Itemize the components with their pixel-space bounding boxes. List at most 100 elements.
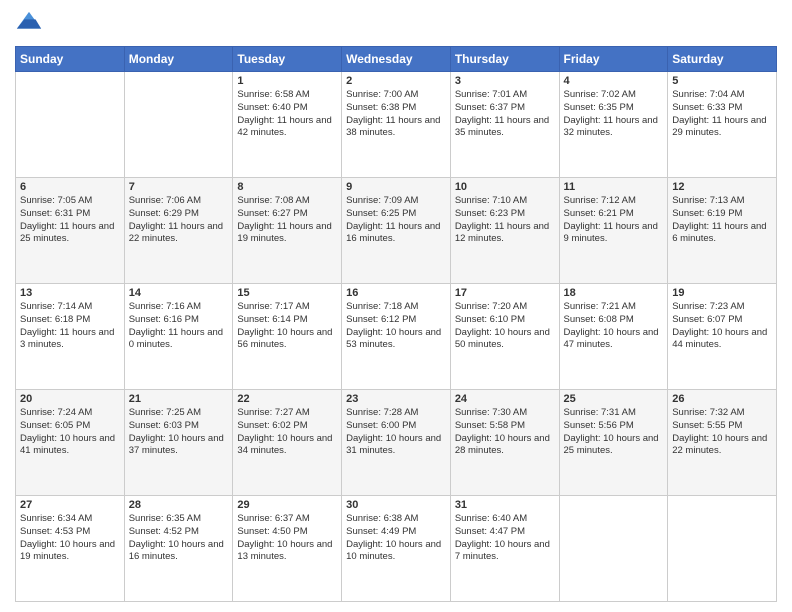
calendar-cell: 10 Sunrise: 7:10 AMSunset: 6:23 PMDaylig… <box>450 178 559 284</box>
calendar-cell: 12 Sunrise: 7:13 AMSunset: 6:19 PMDaylig… <box>668 178 777 284</box>
calendar-cell: 7 Sunrise: 7:06 AMSunset: 6:29 PMDayligh… <box>124 178 233 284</box>
day-number: 2 <box>346 75 446 87</box>
calendar-cell: 19 Sunrise: 7:23 AMSunset: 6:07 PMDaylig… <box>668 284 777 390</box>
day-number: 9 <box>346 181 446 193</box>
day-number: 16 <box>346 287 446 299</box>
day-info: Sunrise: 7:06 AMSunset: 6:29 PMDaylight:… <box>129 195 229 246</box>
day-info: Sunrise: 7:28 AMSunset: 6:00 PMDaylight:… <box>346 407 446 458</box>
calendar-cell <box>668 496 777 602</box>
day-info: Sunrise: 7:10 AMSunset: 6:23 PMDaylight:… <box>455 195 555 246</box>
day-number: 12 <box>672 181 772 193</box>
weekday-header-sunday: Sunday <box>16 47 125 72</box>
day-info: Sunrise: 7:32 AMSunset: 5:55 PMDaylight:… <box>672 407 772 458</box>
day-number: 18 <box>564 287 664 299</box>
calendar-cell: 8 Sunrise: 7:08 AMSunset: 6:27 PMDayligh… <box>233 178 342 284</box>
day-info: Sunrise: 6:40 AMSunset: 4:47 PMDaylight:… <box>455 513 555 564</box>
calendar-cell: 1 Sunrise: 6:58 AMSunset: 6:40 PMDayligh… <box>233 72 342 178</box>
day-number: 7 <box>129 181 229 193</box>
week-row-3: 20 Sunrise: 7:24 AMSunset: 6:05 PMDaylig… <box>16 390 777 496</box>
calendar-cell: 14 Sunrise: 7:16 AMSunset: 6:16 PMDaylig… <box>124 284 233 390</box>
day-info: Sunrise: 6:34 AMSunset: 4:53 PMDaylight:… <box>20 513 120 564</box>
calendar-cell: 28 Sunrise: 6:35 AMSunset: 4:52 PMDaylig… <box>124 496 233 602</box>
day-number: 24 <box>455 393 555 405</box>
day-info: Sunrise: 7:04 AMSunset: 6:33 PMDaylight:… <box>672 89 772 140</box>
day-info: Sunrise: 7:31 AMSunset: 5:56 PMDaylight:… <box>564 407 664 458</box>
calendar-cell: 4 Sunrise: 7:02 AMSunset: 6:35 PMDayligh… <box>559 72 668 178</box>
day-info: Sunrise: 7:05 AMSunset: 6:31 PMDaylight:… <box>20 195 120 246</box>
day-info: Sunrise: 6:38 AMSunset: 4:49 PMDaylight:… <box>346 513 446 564</box>
header <box>15 10 777 38</box>
week-row-0: 1 Sunrise: 6:58 AMSunset: 6:40 PMDayligh… <box>16 72 777 178</box>
day-info: Sunrise: 7:08 AMSunset: 6:27 PMDaylight:… <box>237 195 337 246</box>
weekday-header-row: SundayMondayTuesdayWednesdayThursdayFrid… <box>16 47 777 72</box>
calendar-cell: 13 Sunrise: 7:14 AMSunset: 6:18 PMDaylig… <box>16 284 125 390</box>
calendar-cell: 20 Sunrise: 7:24 AMSunset: 6:05 PMDaylig… <box>16 390 125 496</box>
calendar-cell: 25 Sunrise: 7:31 AMSunset: 5:56 PMDaylig… <box>559 390 668 496</box>
day-number: 30 <box>346 499 446 511</box>
day-info: Sunrise: 7:21 AMSunset: 6:08 PMDaylight:… <box>564 301 664 352</box>
calendar-cell <box>124 72 233 178</box>
day-info: Sunrise: 7:18 AMSunset: 6:12 PMDaylight:… <box>346 301 446 352</box>
calendar-cell: 21 Sunrise: 7:25 AMSunset: 6:03 PMDaylig… <box>124 390 233 496</box>
day-number: 1 <box>237 75 337 87</box>
day-info: Sunrise: 7:16 AMSunset: 6:16 PMDaylight:… <box>129 301 229 352</box>
day-number: 27 <box>20 499 120 511</box>
day-info: Sunrise: 7:02 AMSunset: 6:35 PMDaylight:… <box>564 89 664 140</box>
day-number: 28 <box>129 499 229 511</box>
weekday-header-wednesday: Wednesday <box>342 47 451 72</box>
weekday-header-tuesday: Tuesday <box>233 47 342 72</box>
weekday-header-monday: Monday <box>124 47 233 72</box>
calendar-cell: 5 Sunrise: 7:04 AMSunset: 6:33 PMDayligh… <box>668 72 777 178</box>
day-number: 21 <box>129 393 229 405</box>
day-number: 4 <box>564 75 664 87</box>
calendar-cell: 30 Sunrise: 6:38 AMSunset: 4:49 PMDaylig… <box>342 496 451 602</box>
week-row-4: 27 Sunrise: 6:34 AMSunset: 4:53 PMDaylig… <box>16 496 777 602</box>
calendar-cell: 18 Sunrise: 7:21 AMSunset: 6:08 PMDaylig… <box>559 284 668 390</box>
day-number: 11 <box>564 181 664 193</box>
day-number: 10 <box>455 181 555 193</box>
day-number: 6 <box>20 181 120 193</box>
day-number: 15 <box>237 287 337 299</box>
day-info: Sunrise: 7:09 AMSunset: 6:25 PMDaylight:… <box>346 195 446 246</box>
logo-icon <box>15 10 43 38</box>
day-info: Sunrise: 6:37 AMSunset: 4:50 PMDaylight:… <box>237 513 337 564</box>
calendar-cell: 2 Sunrise: 7:00 AMSunset: 6:38 PMDayligh… <box>342 72 451 178</box>
day-number: 25 <box>564 393 664 405</box>
day-info: Sunrise: 6:58 AMSunset: 6:40 PMDaylight:… <box>237 89 337 140</box>
day-number: 31 <box>455 499 555 511</box>
calendar-cell: 31 Sunrise: 6:40 AMSunset: 4:47 PMDaylig… <box>450 496 559 602</box>
calendar-cell: 3 Sunrise: 7:01 AMSunset: 6:37 PMDayligh… <box>450 72 559 178</box>
weekday-header-thursday: Thursday <box>450 47 559 72</box>
day-info: Sunrise: 7:20 AMSunset: 6:10 PMDaylight:… <box>455 301 555 352</box>
calendar-cell: 24 Sunrise: 7:30 AMSunset: 5:58 PMDaylig… <box>450 390 559 496</box>
calendar-cell: 26 Sunrise: 7:32 AMSunset: 5:55 PMDaylig… <box>668 390 777 496</box>
day-info: Sunrise: 7:17 AMSunset: 6:14 PMDaylight:… <box>237 301 337 352</box>
weekday-header-friday: Friday <box>559 47 668 72</box>
day-info: Sunrise: 7:25 AMSunset: 6:03 PMDaylight:… <box>129 407 229 458</box>
calendar-cell <box>16 72 125 178</box>
day-number: 17 <box>455 287 555 299</box>
weekday-header-saturday: Saturday <box>668 47 777 72</box>
day-info: Sunrise: 7:24 AMSunset: 6:05 PMDaylight:… <box>20 407 120 458</box>
day-number: 26 <box>672 393 772 405</box>
calendar-cell: 11 Sunrise: 7:12 AMSunset: 6:21 PMDaylig… <box>559 178 668 284</box>
day-info: Sunrise: 7:30 AMSunset: 5:58 PMDaylight:… <box>455 407 555 458</box>
calendar-cell <box>559 496 668 602</box>
day-info: Sunrise: 7:23 AMSunset: 6:07 PMDaylight:… <box>672 301 772 352</box>
week-row-2: 13 Sunrise: 7:14 AMSunset: 6:18 PMDaylig… <box>16 284 777 390</box>
calendar-cell: 27 Sunrise: 6:34 AMSunset: 4:53 PMDaylig… <box>16 496 125 602</box>
calendar-cell: 16 Sunrise: 7:18 AMSunset: 6:12 PMDaylig… <box>342 284 451 390</box>
day-number: 5 <box>672 75 772 87</box>
calendar-cell: 9 Sunrise: 7:09 AMSunset: 6:25 PMDayligh… <box>342 178 451 284</box>
day-number: 19 <box>672 287 772 299</box>
day-number: 29 <box>237 499 337 511</box>
calendar-cell: 29 Sunrise: 6:37 AMSunset: 4:50 PMDaylig… <box>233 496 342 602</box>
day-info: Sunrise: 7:27 AMSunset: 6:02 PMDaylight:… <box>237 407 337 458</box>
calendar-cell: 6 Sunrise: 7:05 AMSunset: 6:31 PMDayligh… <box>16 178 125 284</box>
page: SundayMondayTuesdayWednesdayThursdayFrid… <box>0 0 792 612</box>
day-number: 22 <box>237 393 337 405</box>
day-number: 8 <box>237 181 337 193</box>
day-info: Sunrise: 7:12 AMSunset: 6:21 PMDaylight:… <box>564 195 664 246</box>
day-number: 20 <box>20 393 120 405</box>
day-info: Sunrise: 6:35 AMSunset: 4:52 PMDaylight:… <box>129 513 229 564</box>
